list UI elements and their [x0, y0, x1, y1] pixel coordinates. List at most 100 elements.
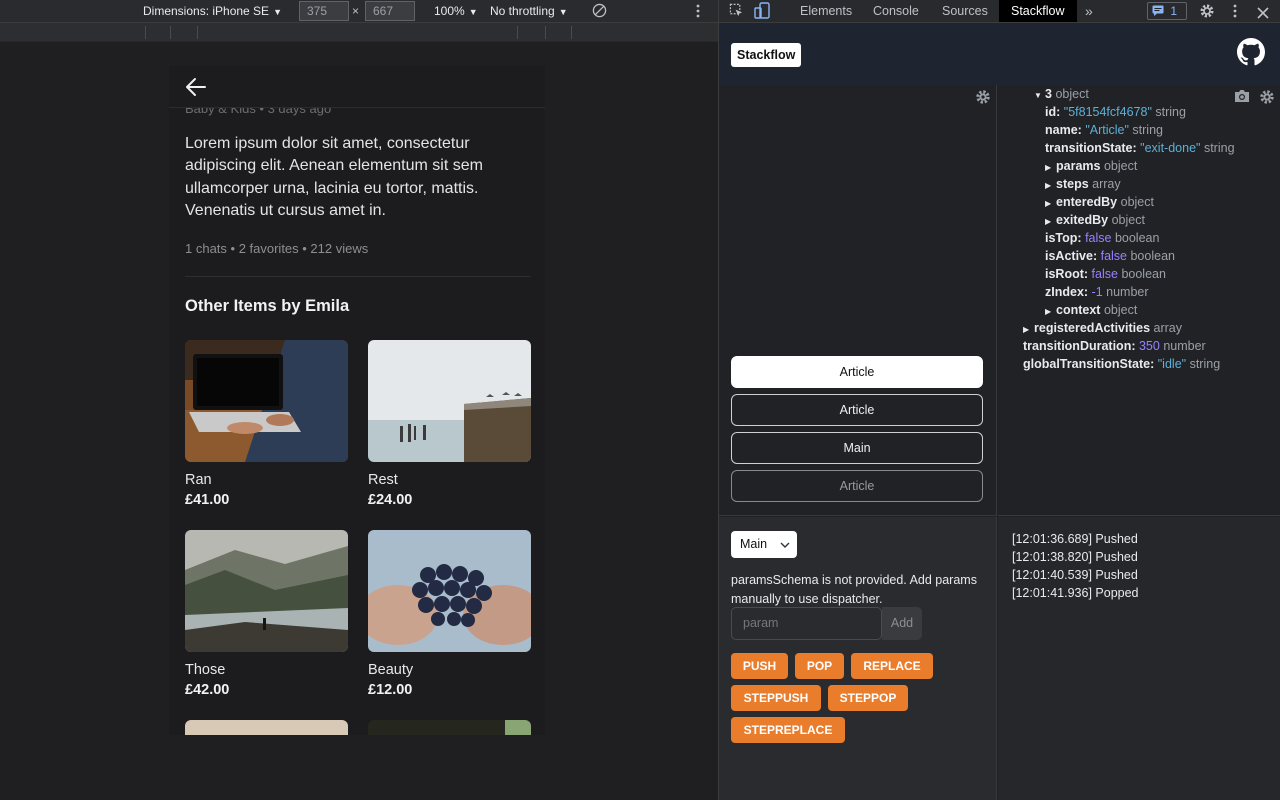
gear-icon[interactable] — [975, 89, 991, 105]
divider — [185, 276, 531, 277]
tree-node[interactable]: ▶ exitedBy object — [1045, 211, 1145, 229]
customize-menu-icon[interactable] — [1232, 3, 1238, 25]
tree-node[interactable]: ▶ steps array — [1045, 175, 1121, 193]
pop-button[interactable]: POP — [795, 653, 844, 679]
height-input[interactable]: 667 — [365, 1, 415, 21]
tab-stackflow[interactable]: Stackflow — [999, 0, 1077, 22]
stack-item-button[interactable]: Article — [731, 356, 983, 388]
github-icon[interactable] — [1237, 38, 1265, 66]
card-name: Rest — [368, 472, 398, 488]
replace-button[interactable]: REPLACE — [851, 653, 933, 679]
laptop-photo — [185, 340, 348, 462]
dimensions-dropdown[interactable]: Dimensions: iPhone SE ▼ — [143, 0, 282, 22]
tree-node[interactable]: ▶ context object — [1045, 301, 1137, 319]
dispatcher-panel: Main paramsSchema is not provided. Add p… — [719, 517, 997, 800]
log-entry: [12:01:40.539] Pushed — [1012, 568, 1138, 582]
activity-select-value: Main — [740, 537, 768, 551]
tree-field: isActive: false boolean — [1045, 249, 1175, 263]
stack-item-button[interactable]: Article — [731, 394, 983, 426]
grapes-photo — [368, 530, 531, 652]
add-param-button[interactable]: Add — [882, 607, 922, 640]
tree-node[interactable]: ▶ params object — [1045, 157, 1137, 175]
params-schema-note: paramsSchema is not provided. Add params… — [731, 573, 977, 606]
log-entry: [12:01:41.936] Popped — [1012, 586, 1139, 600]
tree-field: zIndex: -1 number — [1045, 285, 1149, 299]
product-card[interactable]: Those £42.00 — [185, 530, 348, 698]
card-price: £24.00 — [368, 492, 413, 508]
camera-icon[interactable] — [1234, 89, 1250, 105]
gear-icon[interactable] — [1259, 89, 1275, 105]
state-tree-panel: ▼ 3 object id: "5f8154fcf4678" string nam… — [998, 85, 1280, 516]
times-sign: × — [352, 4, 360, 18]
river-mountain-photo — [185, 530, 348, 652]
card-price: £42.00 — [185, 682, 230, 698]
activity-select[interactable]: Main — [731, 531, 797, 558]
tree-field: transitionDuration: 350 number — [1023, 339, 1206, 353]
device-toolbar: Dimensions: iPhone SE ▼ 375 × 667 100% ▼ N… — [0, 0, 718, 23]
inspect-element-icon[interactable] — [729, 3, 744, 25]
media-query-ruler — [0, 23, 718, 42]
stepreplace-button[interactable]: STEPREPLACE — [731, 717, 845, 743]
item-stats: 1 chats • 2 favorites • 212 views — [185, 241, 369, 256]
card-photo-partial — [368, 720, 531, 735]
caret-down-icon: ▼ — [273, 7, 282, 17]
stack-panel: Article Article Main Article — [719, 85, 997, 516]
settings-gear-icon[interactable] — [1199, 3, 1215, 25]
product-card[interactable]: Ran £41.00 — [185, 340, 348, 508]
item-description: Lorem ipsum dolor sit amet, consectetur … — [185, 135, 483, 219]
sea-birds-photo — [368, 340, 531, 462]
zoom-label: 100% — [434, 4, 465, 18]
zoom-dropdown[interactable]: 100% ▼ — [434, 0, 478, 22]
param-input[interactable]: param — [731, 607, 882, 640]
stack-item-button[interactable]: Main — [731, 432, 983, 464]
screen: Dimensions: iPhone SE ▼ 375 × 667 100% ▼ N… — [0, 0, 1280, 800]
phone-viewport: Baby & Kids • 3 days ago Lorem ipsum dol… — [169, 66, 545, 735]
stackflow-badge: Stackflow — [731, 43, 802, 67]
event-log-panel: [12:01:36.689] Pushed [12:01:38.820] Pus… — [998, 517, 1280, 800]
more-tabs-icon[interactable]: » — [1085, 0, 1093, 22]
card-name: Beauty — [368, 662, 414, 678]
messages-badge[interactable]: 1 — [1147, 2, 1187, 20]
tree-node[interactable]: ▶ registeredActivities array — [1023, 319, 1182, 337]
expanded-triangle-icon: ▼ — [1034, 91, 1042, 100]
caret-down-icon: ▼ — [558, 7, 568, 17]
card-name: Ran — [185, 472, 212, 488]
more-options-icon[interactable] — [695, 3, 701, 25]
tree-field: isTop: false boolean — [1045, 231, 1160, 245]
tree-field: name: "Article" string — [1045, 123, 1163, 137]
caret-down-icon: ▼ — [468, 7, 478, 17]
card-price: £41.00 — [185, 492, 230, 508]
message-count: 1 — [1170, 4, 1178, 18]
log-entry: [12:01:38.820] Pushed — [1012, 550, 1138, 564]
stack-item-button[interactable]: Article — [731, 470, 983, 502]
section-title: Other Items by Emila — [185, 297, 350, 315]
tab-console[interactable]: Console — [873, 0, 919, 22]
steppush-button[interactable]: STEPPUSH — [731, 685, 821, 711]
push-button[interactable]: PUSH — [731, 653, 788, 679]
message-icon — [1152, 5, 1164, 16]
back-arrow-icon[interactable] — [185, 77, 207, 97]
devtools: Elements Console Sources Stackflow » 1 S… — [718, 0, 1280, 800]
width-input[interactable]: 375 — [299, 1, 349, 21]
throttling-dropdown[interactable]: No throttling ▼ — [490, 0, 568, 22]
tab-sources[interactable]: Sources — [942, 0, 988, 22]
card-name: Those — [185, 662, 226, 678]
product-card[interactable]: Rest £24.00 — [368, 340, 531, 508]
rotate-icon[interactable] — [592, 3, 607, 25]
stackflow-header: Stackflow — [719, 23, 1280, 85]
tree-node[interactable]: ▶ enteredBy object — [1045, 193, 1154, 211]
steppop-button[interactable]: STEPPOP — [828, 685, 908, 711]
tree-field: id: "5f8154fcf4678" string — [1045, 105, 1186, 119]
device-toggle-icon[interactable] — [754, 2, 770, 24]
product-card[interactable]: Beauty £12.00 — [368, 530, 531, 698]
tab-elements[interactable]: Elements — [800, 0, 852, 22]
app-header — [169, 66, 545, 108]
log-entry: [12:01:36.689] Pushed — [1012, 532, 1138, 546]
devtools-tabbar: Elements Console Sources Stackflow » 1 — [719, 0, 1280, 23]
tree-field: isRoot: false boolean — [1045, 267, 1166, 281]
throttling-label: No throttling — [490, 4, 555, 18]
tree-node-activity[interactable]: ▼ 3 object — [1034, 85, 1089, 103]
card-price: £12.00 — [368, 682, 413, 698]
card-photo-partial — [185, 720, 348, 735]
tree-field: globalTransitionState: "idle" string — [1023, 357, 1221, 371]
